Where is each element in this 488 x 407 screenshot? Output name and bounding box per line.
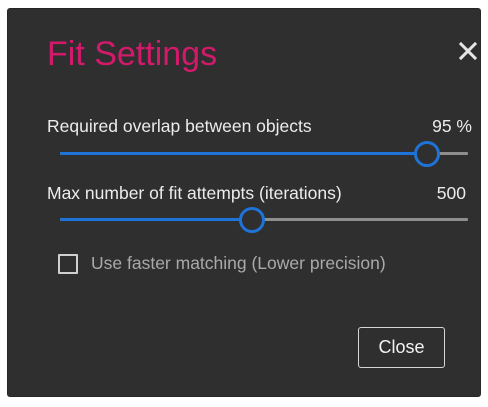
fit-attempts-value: 500 <box>436 183 466 203</box>
overlap-slider-fill <box>60 152 428 155</box>
faster-matching-checkbox[interactable] <box>58 254 78 274</box>
fit-attempts-slider-thumb[interactable] <box>238 207 265 233</box>
fit-attempts-slider-fill <box>60 218 252 221</box>
close-icon[interactable] <box>456 39 482 65</box>
fit-attempts-slider[interactable] <box>60 207 468 233</box>
dialog-title: Fit Settings <box>47 35 218 73</box>
overlap-value: 95 % <box>432 116 472 136</box>
faster-matching-label[interactable]: Use faster matching (Lower precision) <box>91 254 386 273</box>
fit-settings-dialog: Fit Settings Required overlap between ob… <box>8 9 480 396</box>
fit-attempts-label: Max number of fit attempts (iterations) <box>47 183 342 203</box>
overlap-label: Required overlap between objects <box>47 116 312 136</box>
close-button[interactable]: Close <box>358 327 445 368</box>
overlap-slider-thumb[interactable] <box>414 141 441 167</box>
overlap-slider[interactable] <box>60 141 468 167</box>
